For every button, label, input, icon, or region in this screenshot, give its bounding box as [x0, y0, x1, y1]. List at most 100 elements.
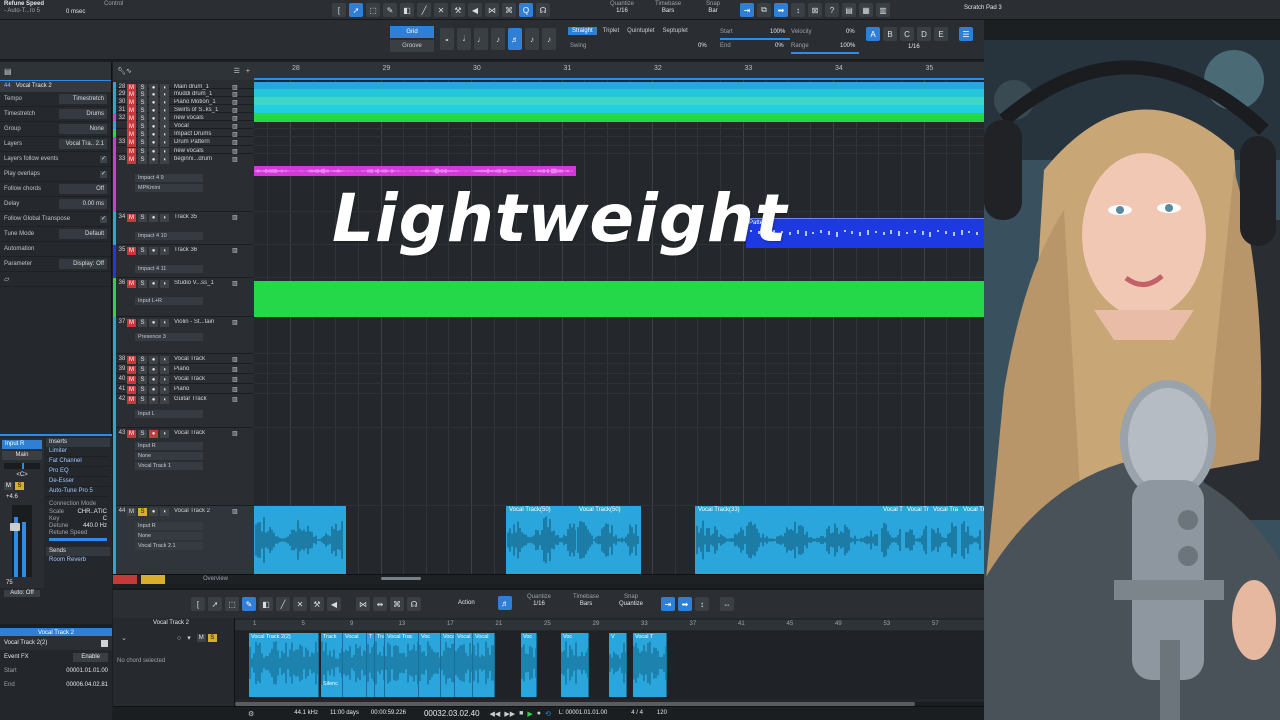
track-io-select[interactable]: Impact 4 9 — [135, 174, 203, 182]
editor-clip[interactable]: Tra — [375, 633, 385, 697]
grid-fraction[interactable]: 1/16 — [908, 44, 920, 51]
editor-clip[interactable]: Vocal — [455, 633, 473, 697]
arrow-right-icon[interactable]: ➡ — [678, 597, 692, 611]
add-track-icon[interactable]: + — [246, 68, 250, 75]
quantize-select[interactable]: Quantize 1/16 — [610, 1, 634, 15]
record-arm-button[interactable]: ● — [149, 319, 158, 327]
track-row[interactable]: 34 M S ● ◖ Track 35 ▥ — [113, 212, 254, 245]
record-arm-button[interactable]: ● — [149, 396, 158, 404]
solo-button[interactable]: S — [138, 376, 147, 384]
preset-e[interactable]: E — [934, 27, 948, 41]
track-row[interactable]: 40 M S ● ◖ Vocal Track ▥ — [113, 374, 254, 384]
preset-a[interactable]: A — [866, 27, 880, 41]
preset-d[interactable]: D — [917, 27, 931, 41]
editor-clip[interactable]: Vocal — [441, 633, 455, 697]
arrange-clip[interactable]: Vocal Tra — [930, 506, 960, 574]
track-name[interactable]: Vocal Track — [174, 356, 230, 362]
track-row[interactable]: 33 M S ● ◖ Drum Pattern ▥ — [113, 137, 254, 147]
inspector-row-value[interactable]: Drums — [59, 109, 107, 119]
mute-button[interactable]: M — [4, 482, 13, 490]
editor-clip[interactable]: Vocal Track 2(2) — [249, 633, 319, 697]
listen-tool-icon[interactable]: ◀ — [327, 597, 341, 611]
mute-button[interactable]: M — [127, 430, 136, 438]
nudge-icon[interactable]: ↕ — [695, 597, 709, 611]
checkbox[interactable]: ✓ — [100, 215, 107, 223]
solo-button[interactable]: S — [138, 386, 147, 394]
fader-handle[interactable] — [10, 523, 20, 531]
monitor-button[interactable]: ◖ — [160, 376, 169, 384]
monitor-button[interactable]: ◖ — [160, 396, 169, 404]
solo-button[interactable]: S — [138, 156, 147, 164]
inspector-row-value[interactable]: Off — [59, 184, 107, 194]
range-slider[interactable] — [791, 52, 859, 54]
track-row[interactable]: M S ● ◖ Impact Drums ▥ — [113, 129, 254, 139]
retune-speed-readout[interactable]: Refune Speed - Auto-T...ro 5 — [4, 1, 44, 15]
record-arm-button[interactable]: ● — [149, 214, 158, 222]
chevron-icon[interactable]: ⌄ — [121, 634, 127, 642]
arrow-right-icon[interactable]: ➡ — [774, 3, 788, 17]
editor-clip[interactable]: Voc — [521, 633, 537, 697]
range-tool-icon[interactable]: ⬚ — [366, 3, 380, 17]
quantize-tool-icon[interactable]: ⌘ — [502, 3, 516, 17]
monitor-button[interactable]: ◖ — [160, 508, 169, 516]
event-end-value[interactable]: 00006.04.02.81 — [66, 682, 108, 689]
list-view-icon[interactable]: ☰ — [959, 27, 973, 41]
record-arm-button[interactable]: ● — [149, 508, 158, 516]
track-name[interactable]: Studio V...ss_1 — [174, 280, 230, 286]
track-row[interactable]: 28 M S ● ◖ Main drum_1 ▥ — [113, 82, 254, 92]
list-icon[interactable]: ☰ — [234, 67, 240, 75]
eighth-note-icon[interactable]: ♪ — [491, 28, 505, 50]
range-value[interactable]: 100% — [840, 43, 855, 50]
record-arm-button[interactable]: ● — [149, 280, 158, 288]
stretch-icon[interactable]: ⇹ — [373, 597, 387, 611]
record-arm-button[interactable]: ● — [149, 366, 158, 374]
rewind-icon[interactable]: ◀◀ — [490, 710, 501, 718]
marker-button[interactable] — [113, 575, 137, 584]
detune-value[interactable]: 440.0 Hz — [83, 523, 107, 530]
editor-clip[interactable]: T — [367, 633, 375, 697]
mute-tool-icon[interactable]: ✕ — [293, 597, 307, 611]
inspector-row-value[interactable]: 0.00 ms — [59, 199, 107, 209]
arrow-tool-icon[interactable]: ➚ — [349, 3, 363, 17]
track-name[interactable]: Vocal Track — [174, 376, 230, 382]
circle-icon[interactable]: ○ — [177, 635, 181, 642]
track-io-select[interactable]: Input L+R — [135, 297, 203, 305]
insert-slot[interactable]: Limiter — [46, 447, 110, 457]
timebase-select[interactable]: Timebase Bars — [655, 1, 681, 15]
mute-button[interactable]: M — [127, 319, 136, 327]
track-row[interactable]: 31 M S ● ◖ Swirls of S..ks_1 ▥ — [113, 105, 254, 115]
track-name[interactable]: Guitar Track — [174, 396, 230, 402]
expand-icon[interactable]: ▱ — [4, 275, 9, 283]
mode-septuplet[interactable]: Septuplet — [663, 28, 688, 34]
record-arm-button[interactable]: ● — [149, 156, 158, 164]
fit-icon[interactable]: ⇔ — [720, 597, 734, 611]
output-select[interactable]: Main — [2, 451, 42, 460]
split-tool-icon[interactable]: ⚒ — [310, 597, 324, 611]
timeline-ruler[interactable]: 28 29 30 31 32 33 34 35 — [254, 62, 984, 80]
scratch-pad-label[interactable]: Scratch Pad 3 — [964, 5, 1002, 12]
solo-button[interactable]: S — [138, 430, 147, 438]
loop-icon[interactable]: ⧉ — [757, 3, 771, 17]
split-tool-icon[interactable]: ⚒ — [451, 3, 465, 17]
mute-button[interactable]: M — [127, 214, 136, 222]
swing-value[interactable]: 0% — [698, 43, 707, 50]
monitor-button[interactable]: ◖ — [160, 156, 169, 164]
mute-button[interactable]: M — [127, 376, 136, 384]
inspector-row-value[interactable]: Timestretch — [59, 94, 107, 104]
solo-button[interactable]: S — [138, 214, 147, 222]
track-io-select[interactable]: None — [135, 532, 203, 540]
arrange-view[interactable]: 28 29 30 31 32 33 34 35 Pattern Vocal Track(50) V… — [254, 62, 984, 574]
inspector-row-value[interactable]: Default — [59, 229, 107, 239]
volume-fader[interactable] — [10, 505, 32, 577]
record-icon[interactable]: ● — [537, 710, 541, 717]
arrange-clip[interactable]: Vocal T — [880, 506, 904, 574]
play-icon[interactable]: ▶ — [527, 710, 532, 718]
editor-timebase[interactable]: Timebase Bars — [573, 594, 599, 608]
help-icon[interactable]: ? — [825, 3, 839, 17]
arrange-clip[interactable] — [254, 281, 984, 317]
mute-button[interactable]: M — [127, 366, 136, 374]
arrange-clip[interactable] — [254, 89, 984, 97]
mute-button[interactable]: M — [127, 280, 136, 288]
automation-mode[interactable]: Auto: Off — [4, 590, 40, 597]
solo-button[interactable]: S — [138, 247, 147, 255]
